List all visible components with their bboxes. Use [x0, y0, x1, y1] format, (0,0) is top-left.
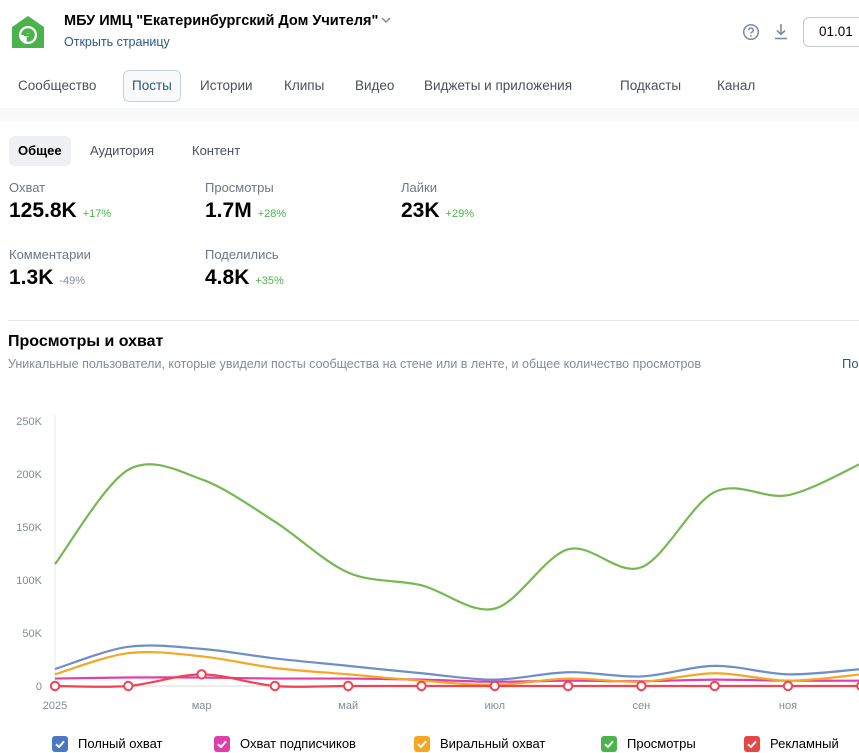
- data-point-ad-reach: [489, 680, 500, 692]
- y-tick-label: 200K: [16, 469, 42, 481]
- metric-label: Лайки: [401, 180, 437, 195]
- tab-clips[interactable]: Клипы: [276, 70, 332, 102]
- metric-delta: +29%: [445, 208, 474, 220]
- subtab-audience[interactable]: Аудитория: [81, 136, 163, 166]
- data-point-ad-reach: [562, 680, 574, 692]
- tab-podcasts[interactable]: Подкасты: [612, 70, 689, 102]
- data-point-ad-reach: [49, 680, 61, 692]
- chart-more-link[interactable]: По: [842, 356, 859, 371]
- legend-label: Рекламный: [770, 736, 839, 751]
- metric-label: Просмотры: [205, 180, 274, 195]
- data-point-ad-reach: [196, 669, 207, 680]
- y-tick-label: 100K: [16, 575, 42, 587]
- subtab-general[interactable]: Общее: [9, 136, 71, 166]
- metric-value: 125.8K: [9, 199, 77, 222]
- checkbox-checked-icon[interactable]: [52, 736, 68, 752]
- legend-label: Полный охват: [78, 736, 163, 751]
- x-tick-label: ноя: [779, 700, 797, 712]
- date-range-value: 01.01: [819, 24, 853, 39]
- data-point-ad-reach: [709, 680, 720, 692]
- checkbox-checked-icon[interactable]: [414, 736, 430, 752]
- download-icon[interactable]: [772, 22, 790, 42]
- data-point-ad-reach: [343, 680, 354, 692]
- y-tick-label: 50K: [22, 628, 42, 640]
- data-point-ad-reach: [416, 680, 427, 692]
- x-tick-label: мар: [192, 700, 212, 712]
- data-point-ad-reach: [636, 680, 647, 692]
- checkbox-checked-icon[interactable]: [601, 736, 617, 752]
- metric-views: Просмотры 1.7M +28%: [205, 180, 286, 223]
- tab-stories[interactable]: Истории: [192, 70, 261, 102]
- metric-likes: Лайки 23K +29%: [401, 180, 474, 223]
- data-point-ad-reach: [269, 680, 281, 692]
- help-icon[interactable]: [742, 23, 760, 41]
- series-line-views: [54, 463, 859, 611]
- metric-label: Комментарии: [9, 247, 91, 262]
- tab-widgets[interactable]: Виджеты и приложения: [416, 70, 580, 102]
- community-name[interactable]: МБУ ИМЦ "Екатеринбургский Дом Учителя": [64, 13, 378, 29]
- tab-channel[interactable]: Канал: [709, 70, 763, 102]
- subtab-content[interactable]: Контент: [183, 136, 249, 166]
- metric-value: 23K: [401, 199, 440, 222]
- metric-value: 1.7M: [205, 199, 252, 222]
- data-point-ad-reach: [123, 680, 134, 692]
- x-tick-label: июл: [485, 700, 506, 712]
- metric-delta: +28%: [257, 208, 287, 220]
- section-tabs: Сообщество Посты Истории Клипы Видео Вид…: [0, 70, 859, 104]
- checkbox-checked-icon[interactable]: [214, 736, 230, 752]
- x-tick-label: 2025: [43, 700, 67, 712]
- metric-delta: +35%: [255, 275, 284, 287]
- divider: [8, 320, 859, 321]
- y-tick-label: 150K: [16, 522, 42, 534]
- metric-delta: +17%: [82, 208, 112, 220]
- metric-delta: -49%: [59, 275, 86, 287]
- data-point-ad-reach: [782, 680, 794, 692]
- top-bar: МБУ ИМЦ "Екатеринбургский Дом Учителя" О…: [0, 0, 859, 62]
- legend-label: Просмотры: [627, 736, 696, 751]
- chart-title: Просмотры и охват: [8, 333, 164, 350]
- y-tick-label: 250K: [16, 416, 42, 428]
- metric-reach: Охват 125.8K +17%: [9, 180, 111, 223]
- open-page-link[interactable]: Открыть страницу: [64, 35, 170, 49]
- x-tick-label: май: [338, 700, 358, 712]
- tab-video[interactable]: Видео: [347, 70, 402, 102]
- metric-value: 1.3K: [9, 266, 54, 289]
- checkbox-checked-icon[interactable]: [744, 736, 760, 752]
- tab-posts[interactable]: Посты: [123, 70, 181, 102]
- views-reach-chart[interactable]: 0 50K 100K 150K 200K 250K 2025 мар май июл сен ноя: [0, 405, 859, 717]
- y-tick-label: 0: [36, 681, 42, 693]
- chart-description: Уникальные пользователи, которые увидели…: [8, 357, 702, 371]
- chart-legend: Полный охват Охват подписчиков Виральный…: [0, 735, 859, 753]
- metric-value: 4.8K: [205, 266, 250, 289]
- community-logo-icon[interactable]: [10, 14, 46, 50]
- legend-label: Охват подписчиков: [240, 736, 356, 751]
- tab-community[interactable]: Сообщество: [10, 70, 104, 102]
- section-divider: [0, 108, 859, 122]
- chevron-down-icon[interactable]: [379, 13, 393, 27]
- metric-label: Охват: [9, 180, 46, 195]
- legend-label: Виральный охват: [440, 736, 546, 751]
- x-tick-label: сен: [633, 700, 651, 712]
- metric-label: Поделились: [205, 247, 279, 262]
- metric-shares: Поделились 4.8K +35%: [205, 247, 284, 290]
- metric-comments: Комментарии 1.3K -49%: [9, 247, 91, 290]
